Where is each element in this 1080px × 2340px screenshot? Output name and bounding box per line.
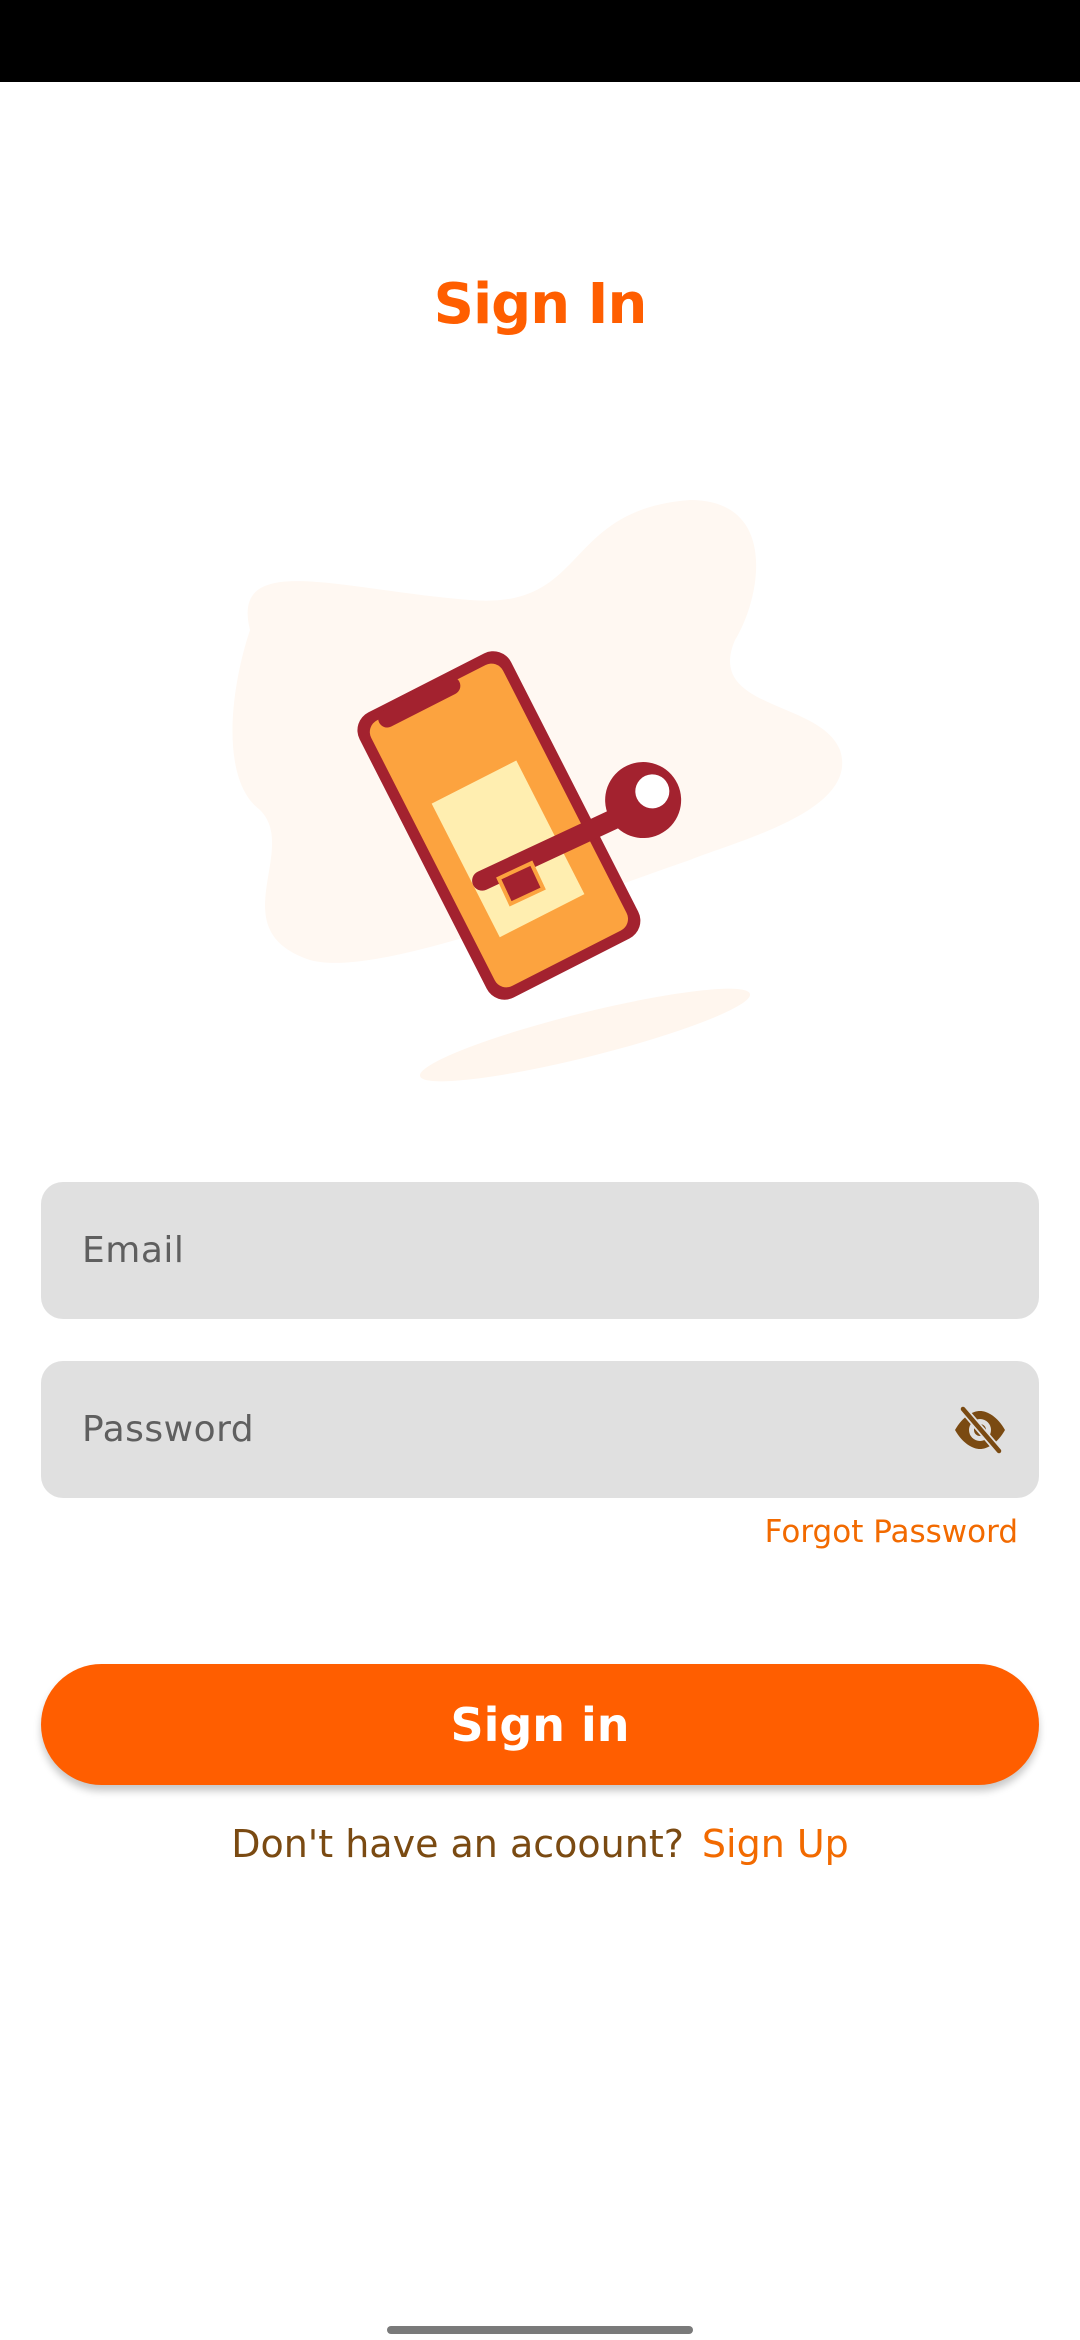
- forgot-password-link[interactable]: Forgot Password: [765, 1514, 1018, 1550]
- password-placeholder: Password: [82, 1409, 255, 1450]
- email-field[interactable]: Email: [41, 1182, 1039, 1319]
- page-title: Sign In: [433, 272, 648, 337]
- eye-off-icon[interactable]: [951, 1401, 1009, 1459]
- password-field[interactable]: Password: [41, 1361, 1039, 1498]
- status-bar: [0, 0, 1080, 82]
- sign-in-screen: Sign In Email Password Forgot Password S…: [0, 0, 1080, 2340]
- email-placeholder: Email: [82, 1230, 185, 1271]
- signup-prompt: Don't have an acoount?: [231, 1822, 684, 1866]
- sign-up-link[interactable]: Sign Up: [702, 1822, 849, 1866]
- home-indicator[interactable]: [387, 2326, 693, 2334]
- signup-row: Don't have an acoount? Sign Up: [0, 1822, 1080, 1866]
- phone-with-key-illustration: [220, 490, 860, 1090]
- sign-in-button[interactable]: Sign in: [41, 1664, 1039, 1785]
